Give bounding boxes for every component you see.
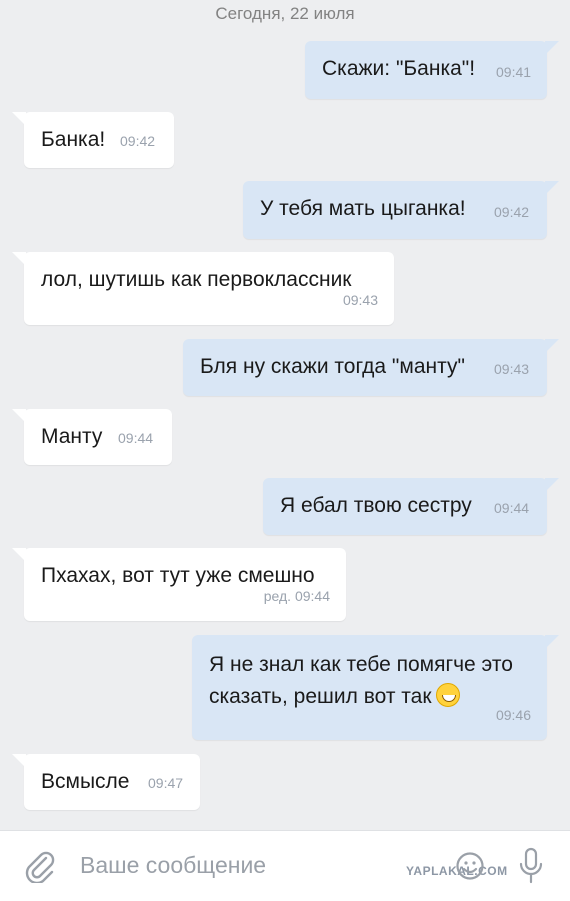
message-text: У тебя мать цыганка! — [260, 197, 466, 220]
message-input[interactable]: Ваше сообщение — [80, 852, 266, 879]
message-outgoing[interactable]: Бля ну скажи тогда "манту" 09:43 — [183, 339, 559, 396]
message-text: Я ебал твою сестру — [280, 494, 472, 517]
message-time: 09:42 — [494, 204, 530, 220]
message-text-line1: Я не знал как тебе помягче это — [209, 653, 513, 676]
message-time: 09:41 — [496, 64, 532, 80]
message-text: Скажи: "Банка"! — [322, 57, 476, 80]
date-header: Сегодня, 22 июля — [215, 4, 355, 23]
message-outgoing[interactable]: Скажи: "Банка"! 09:41 — [305, 41, 559, 99]
paperclip-icon[interactable] — [24, 849, 56, 885]
message-incoming[interactable]: Всмысле 09:47 — [12, 754, 200, 810]
message-time: 09:44 — [494, 500, 530, 516]
message-text: сказать, решил вот так — [209, 685, 432, 708]
microphone-icon[interactable] — [518, 847, 544, 885]
message-incoming[interactable]: Манту 09:44 — [12, 409, 172, 465]
message-text: Всмысле — [41, 770, 130, 793]
message-time: 09:43 — [494, 361, 530, 377]
message-time: 09:42 — [120, 133, 156, 149]
message-time: ред. 09:44 — [263, 588, 330, 604]
message-incoming[interactable]: Банка! 09:42 — [12, 112, 174, 168]
message-incoming[interactable]: лол, шутишь как первоклассник 09:43 — [12, 252, 394, 325]
message-text: Банка! — [41, 128, 106, 151]
message-outgoing[interactable]: Я не знал как тебе помягче это сказать, … — [192, 635, 559, 740]
chat-history[interactable]: Сегодня, 22 июля Скажи: "Банка"! 09:41 Б… — [0, 0, 570, 828]
message-text-line2: сказать, решил вот так — [209, 680, 460, 714]
message-outgoing[interactable]: Я ебал твою сестру 09:44 — [263, 478, 559, 535]
message-text: Манту — [41, 425, 103, 448]
message-text: лол, шутишь как первоклассник — [41, 268, 352, 291]
message-time: 09:43 — [342, 292, 378, 308]
grinning-sweat-emoji — [435, 683, 460, 707]
message-time: 09:47 — [148, 775, 184, 791]
message-incoming[interactable]: Пхахах, вот тут уже смешно ред. 09:44 — [12, 548, 346, 621]
message-composer: Ваше сообщение YAPLAKAL.COM — [0, 830, 570, 901]
message-outgoing[interactable]: У тебя мать цыганка! 09:42 — [243, 181, 559, 239]
message-time: 09:44 — [118, 430, 154, 446]
message-time: 09:46 — [495, 707, 531, 723]
sticker-icon[interactable] — [455, 851, 485, 881]
message-text: Бля ну скажи тогда "манту" — [200, 355, 465, 378]
